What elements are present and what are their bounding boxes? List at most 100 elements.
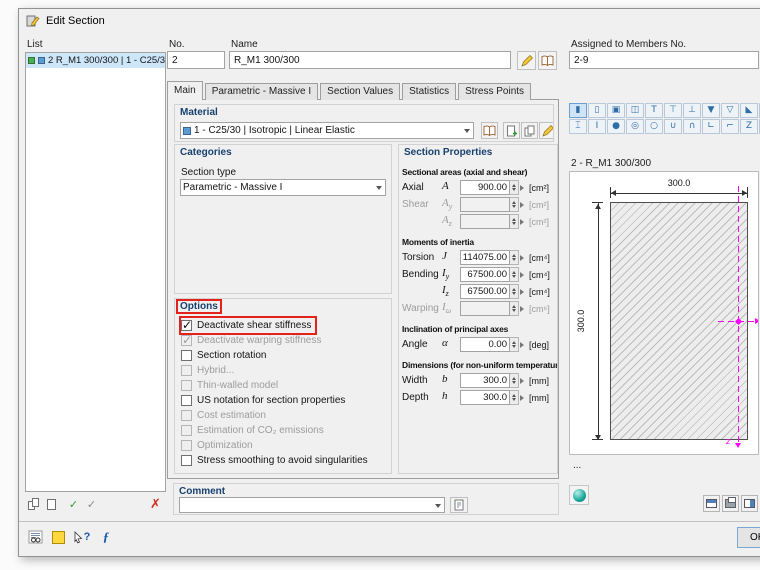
principal-angle-input[interactable]: 0.00 [460, 337, 510, 352]
spinner-control[interactable] [510, 250, 519, 265]
name-field[interactable]: R_M1 300/300 [229, 51, 511, 69]
option-us-notation[interactable]: US notation for section properties [181, 393, 349, 408]
circle-section-icon[interactable]: ● [607, 119, 625, 134]
i-beam-section-icon[interactable]: ⌶ [569, 119, 587, 134]
tab-main[interactable]: Main [167, 81, 203, 100]
copy-view-button[interactable] [741, 495, 758, 512]
rectangle-hollow-section-icon[interactable]: ▯ [588, 103, 606, 118]
triangle-section-icon[interactable]: ▽ [721, 103, 739, 118]
spinner-control[interactable] [510, 337, 519, 352]
spinner-control[interactable] [510, 390, 519, 405]
u-section-icon[interactable]: ∪ [664, 119, 682, 134]
section-type-select[interactable]: Parametric - Massive I [180, 179, 386, 196]
bending-inertia-z-input[interactable]: 67500.00 [460, 284, 510, 299]
ellipse-section-icon[interactable]: ○ [645, 119, 663, 134]
spinner-control[interactable] [510, 180, 519, 195]
option-section-rotation[interactable]: Section rotation [181, 348, 271, 363]
unit-expand-button[interactable] [519, 180, 528, 195]
comment-select[interactable] [179, 497, 445, 513]
spinner-control[interactable] [510, 214, 519, 229]
rectangle-section-icon[interactable]: ▮ [569, 103, 587, 118]
tab-section-values[interactable]: Section Values [320, 83, 400, 100]
material-copy-button[interactable] [521, 122, 538, 139]
material-select[interactable]: 1 - C25/30 | Isotropic | Linear Elastic [180, 122, 474, 139]
section-preview[interactable]: 300.0 300.0 z [569, 171, 759, 455]
inverted-tee-section-icon[interactable]: ⊥ [683, 103, 701, 118]
spinner-control[interactable] [510, 284, 519, 299]
unit-expand-button[interactable] [519, 373, 528, 388]
unit-expand-button[interactable] [519, 267, 528, 282]
unit-expand-button[interactable] [519, 197, 528, 212]
unit-expand-button[interactable] [519, 301, 528, 316]
l-section-icon[interactable]: ∟ [702, 119, 720, 134]
option-stress-smoothing[interactable]: Stress smoothing to avoid singularities [181, 453, 372, 468]
spinner-control[interactable] [510, 301, 519, 316]
bending-inertia-y-input[interactable]: 67500.00 [460, 267, 510, 282]
manual-button[interactable] [25, 527, 45, 547]
ok-button[interactable]: OK [737, 527, 760, 548]
material-new-button[interactable] [503, 122, 520, 139]
width-input[interactable]: 300.0 [460, 373, 510, 388]
i-unsymmetric-section-icon[interactable]: I [588, 119, 606, 134]
section-properties-group-label: Section Properties [402, 147, 494, 158]
spinner-control[interactable] [510, 267, 519, 282]
delete-section-button[interactable]: ✗ [147, 495, 164, 513]
list-item-selected[interactable]: 2 R_M1 300/300 | 1 - C25/30 [26, 53, 165, 68]
unit-expand-button[interactable] [519, 214, 528, 229]
u-inverted-section-icon[interactable]: ∩ [683, 119, 701, 134]
new-section-button[interactable] [43, 495, 60, 513]
ring-section-icon[interactable]: ◎ [626, 119, 644, 134]
section-list[interactable]: 2 R_M1 300/300 | 1 - C25/30 [25, 52, 166, 492]
formula-info-button[interactable]: ƒ [96, 527, 116, 547]
dialog-titlebar[interactable]: Edit Section [19, 9, 760, 33]
angle-section-icon[interactable]: ◣ [740, 103, 758, 118]
material-library-button[interactable] [481, 122, 498, 139]
unit-expand-button[interactable] [519, 284, 528, 299]
box-section-icon[interactable]: ▣ [607, 103, 625, 118]
assigned-members-field[interactable]: 2-9 [569, 51, 759, 69]
option-optimization[interactable]: Optimization [181, 438, 257, 453]
section-library-button[interactable] [538, 51, 557, 70]
z-section-icon[interactable]: Z [740, 119, 758, 134]
preview-window-button[interactable] [703, 495, 720, 512]
comment-template-button[interactable] [450, 497, 468, 513]
wedge-section-icon[interactable]: ▼ [702, 103, 720, 118]
units-button[interactable] [48, 527, 68, 547]
rename-button[interactable] [517, 51, 536, 70]
option-deactivate-warping-stiffness[interactable]: Deactivate warping stiffness [181, 333, 325, 348]
channel-section-icon[interactable]: ◫ [626, 103, 644, 118]
option-deactivate-shear-stiffness[interactable]: Deactivate shear stiffness [181, 318, 315, 333]
tab-parametric[interactable]: Parametric - Massive I [205, 83, 318, 100]
deselect-all-button[interactable]: ✓ [83, 495, 100, 513]
display-properties-button[interactable] [569, 485, 589, 505]
warping-inertia-input[interactable] [460, 301, 510, 316]
spinner-control[interactable] [510, 373, 519, 388]
depth-input[interactable]: 300.0 [460, 390, 510, 405]
context-help-button[interactable]: ? [72, 527, 92, 547]
option-thin-walled-model[interactable]: Thin-walled model [181, 378, 282, 393]
torsion-inertia-input[interactable]: 114075.00 [460, 250, 510, 265]
option-co2-estimation[interactable]: Estimation of CO₂ emissions [181, 423, 328, 438]
pencil-icon [542, 125, 554, 137]
unit-expand-button[interactable] [519, 390, 528, 405]
select-all-button[interactable]: ✓ [65, 495, 82, 513]
tab-stress-points[interactable]: Stress Points [458, 83, 531, 100]
option-hybrid[interactable]: Hybrid... [181, 363, 238, 378]
tee-section-icon[interactable]: T [645, 103, 663, 118]
tee-wide-section-icon[interactable]: ⊤ [664, 103, 682, 118]
print-preview-button[interactable] [722, 495, 739, 512]
axial-area-input[interactable]: 900.00 [460, 180, 510, 195]
material-edit-button[interactable] [539, 122, 554, 139]
no-field[interactable]: 2 [167, 51, 225, 69]
chevron-down-icon [464, 129, 470, 136]
preview-more-label[interactable]: ... [573, 460, 581, 471]
tab-statistics[interactable]: Statistics [402, 83, 456, 100]
l-mirrored-section-icon[interactable]: ⌐ [721, 119, 739, 134]
unit-expand-button[interactable] [519, 250, 528, 265]
spinner-control[interactable] [510, 197, 519, 212]
shear-area-z-input[interactable] [460, 214, 510, 229]
unit-expand-button[interactable] [519, 337, 528, 352]
copy-section-button[interactable] [25, 495, 42, 513]
option-cost-estimation[interactable]: Cost estimation [181, 408, 270, 423]
shear-area-y-input[interactable] [460, 197, 510, 212]
